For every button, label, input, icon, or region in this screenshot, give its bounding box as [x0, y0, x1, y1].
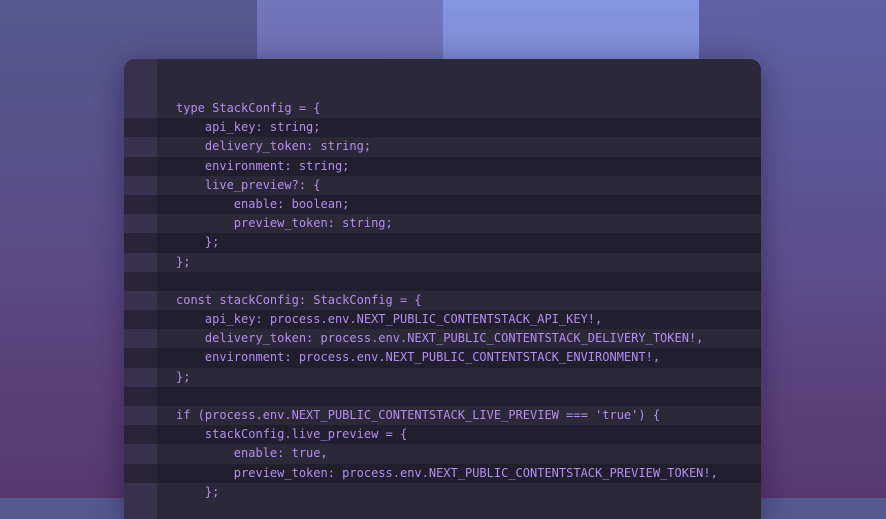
code-line — [124, 386, 761, 406]
code-line: }; — [176, 369, 191, 384]
code-line: stackConfig.live_preview = { — [124, 425, 761, 445]
code-line: enable: true, — [176, 446, 328, 461]
code-line: preview_token: string; — [176, 216, 393, 231]
code-line: type StackConfig = { — [176, 101, 321, 115]
code-line: preview_token: process.env.NEXT_PUBLIC_C… — [124, 463, 761, 483]
code-line: environment: process.env.NEXT_PUBLIC_CON… — [124, 348, 761, 368]
code-line: }; — [176, 484, 220, 499]
code-line: delivery_token: string; — [176, 139, 372, 154]
code-line: api_key: string; — [124, 118, 761, 138]
code-line: api_key: process.env.NEXT_PUBLIC_CONTENT… — [124, 310, 761, 330]
code-block: type StackConfig = { api_key: string; de… — [124, 99, 761, 502]
code-line: delivery_token: process.env.NEXT_PUBLIC_… — [176, 331, 704, 346]
code-line: }; — [124, 233, 761, 253]
code-line: enable: boolean; — [124, 194, 761, 215]
code-line: if (process.env.NEXT_PUBLIC_CONTENTSTACK… — [176, 408, 661, 422]
code-line: live_preview?: { — [176, 177, 321, 192]
code-window: type StackConfig = { api_key: string; de… — [124, 59, 761, 519]
code-line — [124, 271, 761, 291]
code-line: environment: string; — [124, 156, 761, 176]
code-line: const stackConfig: StackConfig = { — [176, 292, 422, 307]
code-line: }; — [176, 254, 191, 269]
